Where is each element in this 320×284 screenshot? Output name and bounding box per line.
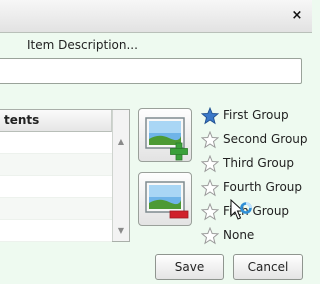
save-button[interactable]: Save [155, 254, 224, 280]
table-row[interactable] [0, 132, 112, 154]
star-outline-icon [201, 227, 219, 245]
star-outline-icon [201, 179, 219, 197]
table-row[interactable] [0, 176, 112, 198]
scroll-down-icon[interactable]: ▼ [113, 223, 129, 239]
table-row[interactable] [0, 220, 112, 242]
group-item-fifth[interactable]: Fifth Group [201, 201, 313, 223]
vertical-scrollbar[interactable]: ▲ ▼ [112, 110, 129, 241]
close-icon[interactable]: × [290, 8, 304, 24]
item-description-input[interactable] [0, 58, 302, 84]
group-label: Second Group [223, 132, 308, 146]
group-item-third[interactable]: Third Group [201, 153, 313, 175]
scroll-up-icon[interactable]: ▲ [113, 134, 129, 150]
contents-rows [0, 132, 112, 242]
remove-image-button[interactable] [138, 172, 192, 226]
star-outline-icon [201, 203, 219, 221]
contents-column-header[interactable]: tents [0, 110, 112, 132]
group-label: Fifth Group [223, 204, 290, 218]
group-label: None [223, 228, 255, 242]
group-label: Third Group [223, 156, 294, 170]
add-image-button[interactable] [138, 108, 192, 162]
group-item-fourth[interactable]: Fourth Group [201, 177, 313, 199]
table-row[interactable] [0, 154, 112, 176]
star-outline-icon [201, 155, 219, 173]
group-item-second[interactable]: Second Group [201, 129, 313, 151]
star-outline-icon [201, 131, 219, 149]
cancel-button[interactable]: Cancel [233, 254, 303, 280]
group-label: Fourth Group [223, 180, 303, 194]
table-row[interactable] [0, 198, 112, 220]
remove-image-icon [145, 181, 189, 219]
group-label: First Group [223, 108, 289, 122]
add-image-icon [145, 117, 188, 161]
title-bar: × [0, 0, 312, 33]
contents-list[interactable]: tents ▲ ▼ [0, 109, 130, 242]
item-description-label: Item Description... [27, 38, 138, 52]
star-filled-icon [201, 107, 219, 125]
group-item-first[interactable]: First Group [201, 105, 313, 127]
group-item-none[interactable]: None [201, 225, 313, 247]
